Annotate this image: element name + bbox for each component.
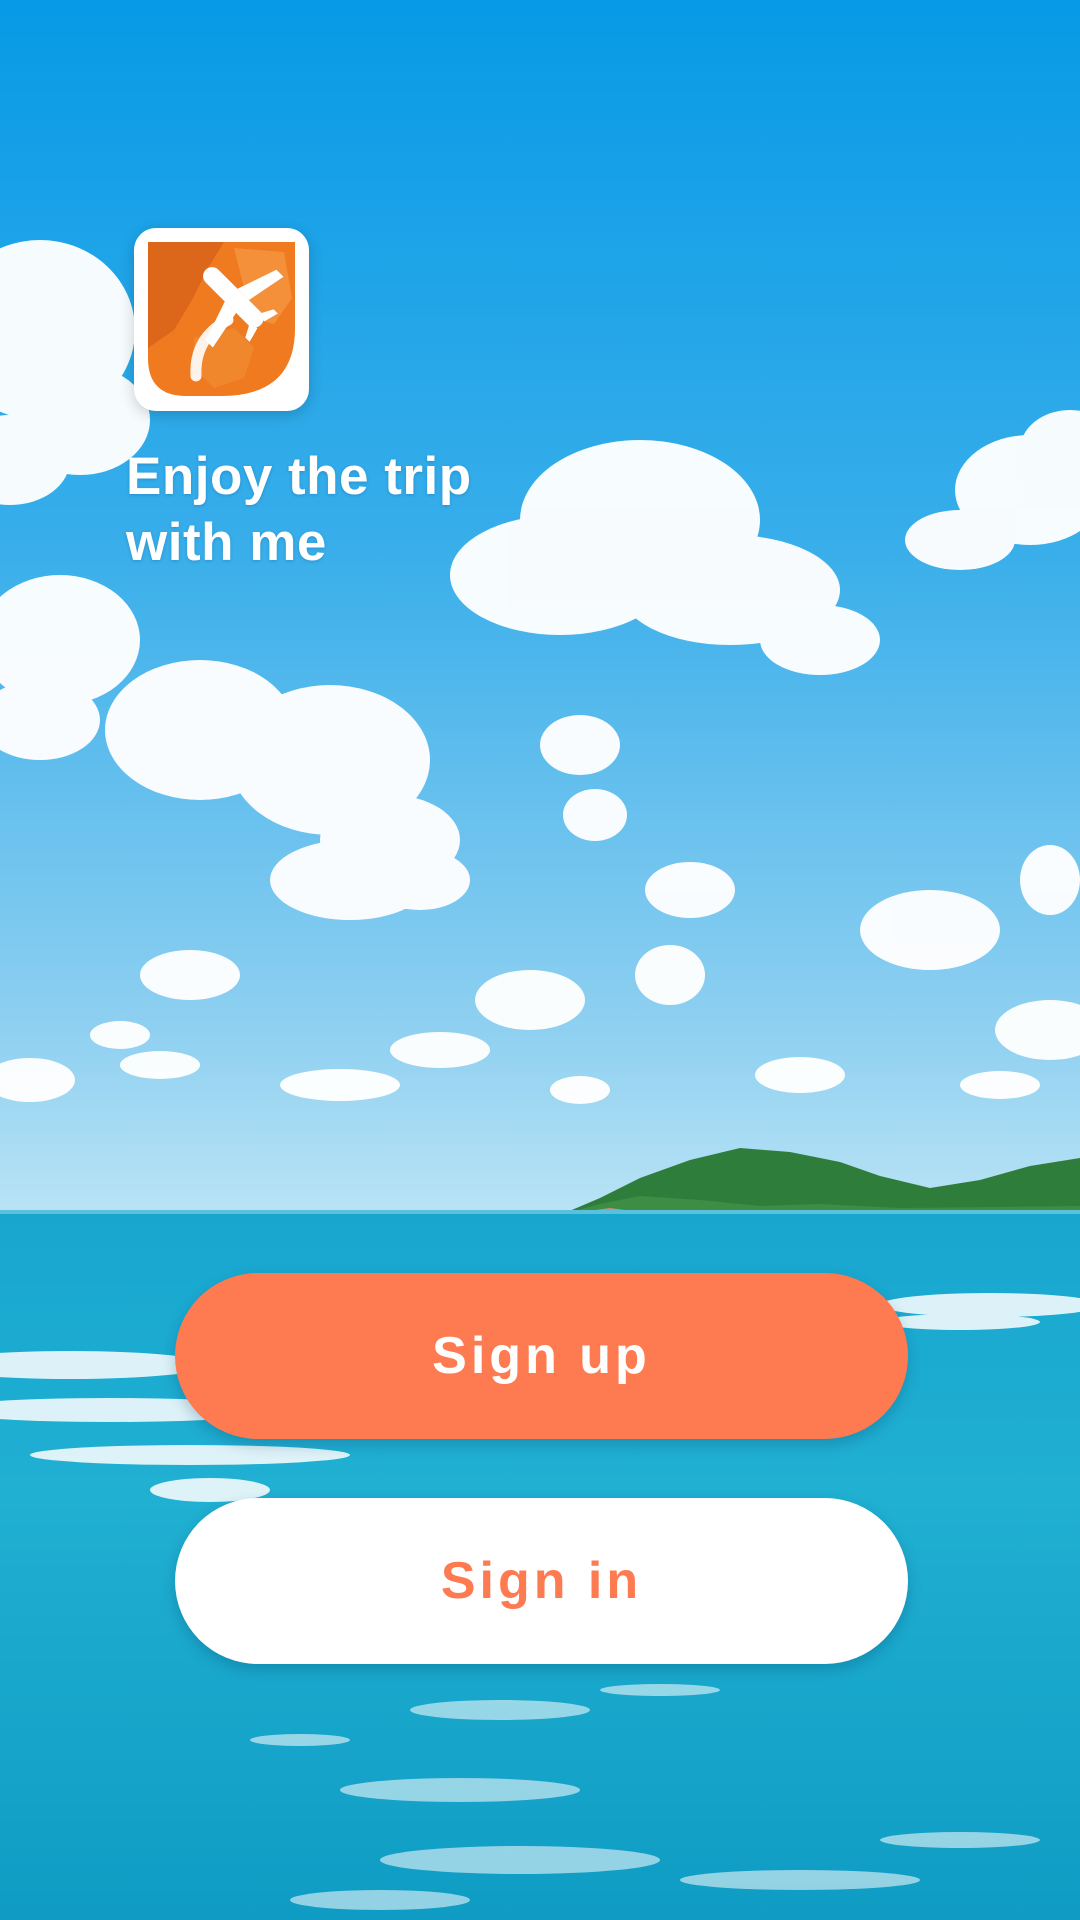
app-tagline: Enjoy the trip with me: [126, 444, 646, 576]
sign-in-button[interactable]: Sign in: [175, 1498, 908, 1664]
airplane-globe-icon: [148, 242, 295, 396]
tagline-line-1: Enjoy the trip: [126, 447, 472, 506]
app-logo: [134, 228, 309, 411]
tagline-line-2: with me: [126, 513, 327, 572]
welcome-screen: Enjoy the trip with me Sign up Sign in: [0, 0, 1080, 1920]
sign-up-button[interactable]: Sign up: [175, 1273, 908, 1439]
